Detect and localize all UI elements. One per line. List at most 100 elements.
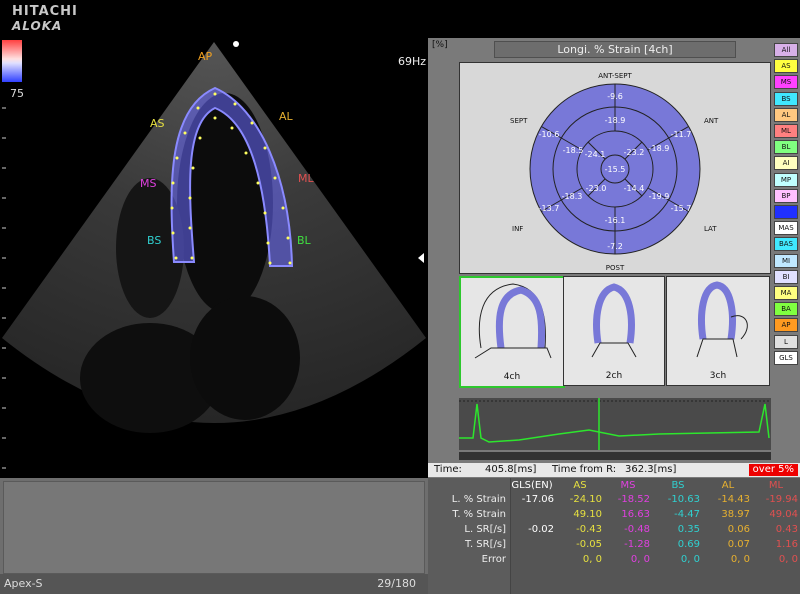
segment-label-bl: BL: [297, 234, 312, 247]
bullseye-value: -10.6: [539, 130, 560, 139]
table-cell: -14.43: [717, 494, 750, 505]
legend-button-l[interactable]: L: [774, 334, 798, 349]
legend-button-gls[interactable]: GLS: [774, 350, 798, 365]
table-cell: 0, 0: [778, 554, 798, 565]
bullseye-label-bottom: POST: [606, 264, 625, 272]
table-cell: -1.28: [624, 539, 650, 550]
table-cell: 16.63: [621, 509, 650, 520]
over-threshold-badge: over 5%: [748, 464, 798, 476]
frame-counter: 29/180: [377, 577, 416, 590]
row-label: L. SR[/s]: [464, 524, 506, 535]
legend-button-ms[interactable]: MS: [774, 75, 798, 90]
units-label: [%]: [432, 40, 448, 50]
table-cell: 0, 0: [582, 554, 602, 565]
table-cell: 0, 0: [680, 554, 700, 565]
bullseye-box: -9.6 -11.7 -15.7 -7.2 -13.7 -10.6 -18.9 …: [459, 62, 771, 274]
time-from-r-label: Time from R:: [552, 464, 617, 475]
bullseye-value: -9.6: [607, 92, 623, 101]
probe-marker-icon: [233, 41, 239, 47]
legend-button-bi[interactable]: BI: [774, 269, 798, 284]
legend-button-ap[interactable]: AP: [774, 318, 798, 333]
results-table: GLS(EN) AS MS BS AL ML L. % Strain -17.06 -24.10…: [428, 478, 800, 594]
heart-2ch-icon: [591, 283, 637, 358]
table-cell: 49.10: [573, 509, 602, 520]
time-row: Time: 405.8[ms] Time from R: 362.3[ms] o…: [428, 463, 800, 477]
bullseye-value: -11.7: [671, 130, 692, 139]
bullseye-label-lat: LAT: [704, 225, 717, 233]
table-cell: -18.52: [617, 494, 650, 505]
table-cell: 38.97: [721, 509, 750, 520]
legend-button-mi[interactable]: MI: [774, 253, 798, 268]
legend-button-ma[interactable]: MA: [774, 286, 798, 300]
column-header: AS: [573, 480, 587, 491]
table-cell: 0.35: [677, 524, 700, 535]
table-cell: -4.47: [674, 509, 700, 520]
bullseye-value: -18.3: [562, 192, 583, 201]
echo-image[interactable]: AP AS AL MS ML BS BL: [0, 38, 428, 478]
legend-button-blank[interactable]: [774, 205, 798, 219]
table-cell: -17.06: [521, 494, 554, 505]
heart-4ch-icon: [474, 283, 552, 359]
view-thumb-3ch[interactable]: 3ch: [666, 276, 770, 386]
bullseye-value: -24.1: [585, 150, 606, 159]
segment-label-bs: BS: [147, 234, 161, 247]
velocity-scale-bar: [2, 40, 22, 82]
time-from-r-value: 362.3[ms]: [625, 464, 677, 475]
legend-button-mas[interactable]: MAS: [774, 221, 798, 236]
table-cell: -0.05: [576, 539, 602, 550]
bullseye-value: -23.0: [586, 184, 607, 193]
view-name: Apex-S: [4, 577, 43, 590]
segment-label-as: AS: [150, 117, 165, 130]
legend-button-ai[interactable]: AI: [774, 156, 798, 171]
bullseye-value: -18.9: [649, 144, 670, 153]
frame-rate: 69Hz: [398, 55, 427, 68]
row-label: T. SR[/s]: [465, 539, 506, 550]
table-cell: -0.43: [576, 524, 602, 535]
brand-line1: HITACHI: [12, 4, 78, 19]
bullseye-value: -14.4: [624, 184, 645, 193]
bullseye-label-top: ANT-SEPT: [598, 72, 632, 80]
table-cell: -24.10: [569, 494, 602, 505]
row-label: L. % Strain: [451, 494, 506, 505]
legend-button-as[interactable]: AS: [774, 59, 798, 74]
bullseye-value: -15.5: [605, 165, 626, 174]
legend-button-bl[interactable]: BL: [774, 140, 798, 155]
column-header: GLS(EN): [511, 480, 553, 491]
time-value: 405.8[ms]: [485, 464, 537, 475]
left-atrium: [190, 296, 300, 420]
table-cell: -0.48: [624, 524, 650, 535]
bullseye-value: -15.7: [671, 204, 692, 213]
table-cell: 0.43: [775, 524, 798, 535]
legend-button-bas[interactable]: BAS: [774, 237, 798, 252]
row-label: Error: [481, 554, 506, 565]
segment-label-ms: MS: [140, 177, 156, 190]
legend-button-al[interactable]: AL: [774, 107, 798, 122]
column-header: ML: [768, 480, 784, 491]
table-cell: 0.69: [677, 539, 700, 550]
table-cell: 0.07: [727, 539, 750, 550]
legend-button-mp[interactable]: MP: [774, 172, 798, 187]
table-cell: -0.02: [528, 524, 554, 535]
bullseye-value: -18.9: [605, 116, 626, 125]
time-label: Time:: [434, 464, 462, 475]
table-cell: 1.16: [775, 539, 798, 550]
bullseye-chart[interactable]: -9.6 -11.7 -15.7 -7.2 -13.7 -10.6 -18.9 …: [460, 63, 770, 273]
bullseye-label-sept: SEPT: [510, 117, 528, 125]
view-thumb-4ch[interactable]: 4ch: [459, 276, 565, 388]
ecg-trace[interactable]: [459, 398, 771, 450]
bullseye-label-inf: INF: [512, 225, 523, 233]
timeline-scrubber[interactable]: [459, 452, 771, 460]
table-cell: 0, 0: [730, 554, 750, 565]
brand-line2: ALOKA: [12, 19, 63, 33]
bullseye-value: -18.5: [563, 146, 584, 155]
legend-button-ba[interactable]: BA: [774, 302, 798, 317]
scale-value: 75: [10, 87, 24, 100]
legend-button-bs[interactable]: BS: [774, 91, 798, 106]
legend-button-bp[interactable]: BP: [774, 188, 798, 203]
legend-button-ml[interactable]: ML: [774, 124, 798, 138]
view-thumb-2ch[interactable]: 2ch: [563, 276, 665, 386]
bullseye-label-ant: ANT: [704, 117, 719, 125]
legend-button-all[interactable]: All: [774, 43, 798, 57]
view-label: 4ch: [503, 372, 521, 382]
brand-logo: HITACHI ALOKA: [12, 4, 78, 34]
